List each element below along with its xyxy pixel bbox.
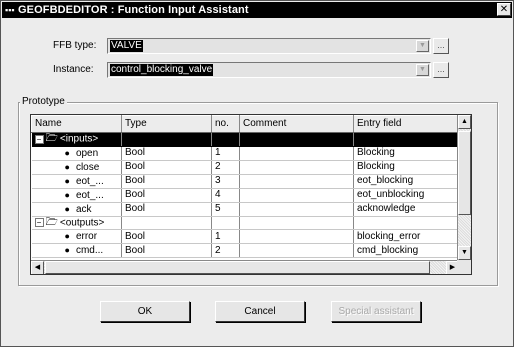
tree-node-inputs[interactable]: − 🗁 <inputs>: [31, 132, 122, 147]
column-header-entry-field[interactable]: Entry field: [353, 115, 458, 133]
row-name-cell: ● ack: [31, 202, 122, 217]
row-name-cell: ● open: [31, 146, 122, 161]
row-name-cell: ● eot_...: [31, 188, 122, 203]
row-no-cell: 4: [211, 188, 240, 203]
special-assistant-button[interactable]: Special assistant: [331, 301, 421, 322]
row-type-cell: Bool: [121, 160, 212, 175]
row-type-cell: Bool: [121, 174, 212, 189]
prototype-grid[interactable]: Name Type no. Comment Entry field − 🗁 <inp…: [30, 114, 472, 275]
row-no-cell: 2: [211, 243, 240, 259]
scrollbar-corner: [457, 260, 471, 274]
row-name-cell: ● error: [31, 229, 122, 245]
app-icon: ▪▪▪: [5, 5, 15, 15]
row-comment-cell[interactable]: [239, 146, 354, 161]
ffb-type-value: VALVE: [110, 40, 143, 52]
pin-icon: ●: [64, 189, 70, 200]
column-header-no[interactable]: no.: [211, 115, 240, 133]
cancel-button[interactable]: Cancel: [215, 301, 305, 322]
outputs-group-row[interactable]: − 🗁 <outputs>: [31, 216, 458, 231]
row-comment-cell[interactable]: [239, 229, 354, 245]
close-button[interactable]: ✕: [497, 3, 511, 16]
instance-value: control_blocking_valve: [110, 64, 214, 76]
prototype-group-label: Prototype: [20, 96, 67, 108]
row-no-cell: 3: [211, 174, 240, 189]
outputs-label: <outputs>: [59, 217, 105, 229]
row-no-cell: 2: [211, 160, 240, 175]
collapse-icon[interactable]: −: [34, 218, 44, 228]
horizontal-scrollbar[interactable]: ◀ ▶: [31, 260, 459, 274]
instance-label: Instance:: [53, 64, 94, 75]
table-row[interactable]: ● cmd... Bool 2 cmd_blocking: [31, 243, 458, 259]
row-type-cell: Bool: [121, 202, 212, 217]
pin-icon: ●: [64, 231, 70, 242]
instance-combo[interactable]: control_blocking_valve ▼: [107, 62, 431, 78]
row-entry-cell[interactable]: cmd_blocking: [353, 243, 458, 259]
title-bar[interactable]: ▪▪▪ GEOFBDEDITOR : Function Input Assist…: [2, 2, 512, 18]
row-entry-cell[interactable]: Blocking: [353, 160, 458, 175]
table-header-row: Name Type no. Comment Entry field: [31, 115, 458, 133]
row-no-cell: 5: [211, 202, 240, 217]
row-comment-cell[interactable]: [239, 174, 354, 189]
inputs-group-row[interactable]: − 🗁 <inputs>: [31, 132, 458, 147]
row-no-cell: 1: [211, 229, 240, 245]
folder-open-icon: 🗁: [45, 216, 58, 228]
row-type-cell: Bool: [121, 229, 212, 245]
scroll-left-arrow-icon[interactable]: ◀: [31, 261, 44, 274]
row-no-cell: 1: [211, 146, 240, 161]
row-type-cell: Bool: [121, 188, 212, 203]
row-type-cell: Bool: [121, 243, 212, 259]
folder-open-icon: 🗁: [45, 133, 58, 144]
ffb-type-label: FFB type:: [53, 40, 97, 51]
table-row[interactable]: ● open Bool 1 Blocking: [31, 146, 458, 161]
pin-icon: ●: [64, 175, 70, 186]
row-comment-cell[interactable]: [239, 202, 354, 217]
chevron-down-icon[interactable]: ▼: [416, 64, 429, 76]
row-entry-cell[interactable]: Blocking: [353, 146, 458, 161]
row-name-cell: ● cmd...: [31, 243, 122, 259]
ffb-type-browse-button[interactable]: ...: [433, 38, 449, 54]
row-entry-cell[interactable]: eot_unblocking: [353, 188, 458, 203]
ok-button[interactable]: OK: [100, 301, 190, 322]
row-entry-cell[interactable]: eot_blocking: [353, 174, 458, 189]
pin-icon: ●: [64, 203, 70, 214]
column-header-type[interactable]: Type: [121, 115, 212, 133]
row-comment-cell[interactable]: [239, 188, 354, 203]
vertical-scrollbar[interactable]: ▲ ▼: [457, 115, 471, 260]
row-comment-cell[interactable]: [239, 243, 354, 259]
table-row[interactable]: ● ack Bool 5 acknowledge: [31, 202, 458, 217]
collapse-icon[interactable]: −: [34, 134, 44, 144]
vertical-scroll-thumb[interactable]: [458, 131, 471, 215]
row-comment-cell[interactable]: [239, 160, 354, 175]
row-entry-cell[interactable]: blocking_error: [353, 229, 458, 245]
table-row[interactable]: ● eot_... Bool 3 eot_blocking: [31, 174, 458, 189]
row-name-cell: ● eot_...: [31, 174, 122, 189]
instance-browse-button[interactable]: ...: [433, 62, 449, 78]
table-row[interactable]: ● error Bool 1 blocking_error: [31, 229, 458, 245]
scroll-up-arrow-icon[interactable]: ▲: [458, 115, 471, 129]
prototype-table: Name Type no. Comment Entry field − 🗁 <inp…: [31, 115, 458, 259]
row-name-cell: ● close: [31, 160, 122, 175]
row-type-cell: Bool: [121, 146, 212, 161]
row-entry-cell[interactable]: acknowledge: [353, 202, 458, 217]
pin-icon: ●: [64, 245, 70, 256]
chevron-down-icon[interactable]: ▼: [416, 40, 429, 52]
ffb-type-combo[interactable]: VALVE ▼: [107, 38, 431, 54]
tree-node-outputs[interactable]: − 🗁 <outputs>: [31, 216, 122, 231]
window-title: GEOFBDEDITOR : Function Input Assistant: [18, 4, 249, 16]
pin-icon: ●: [64, 147, 70, 158]
pin-icon: ●: [64, 161, 70, 172]
table-row[interactable]: ● close Bool 2 Blocking: [31, 160, 458, 175]
inputs-label: <inputs>: [59, 133, 99, 145]
scroll-down-arrow-icon[interactable]: ▼: [458, 246, 471, 260]
column-header-name[interactable]: Name: [31, 115, 122, 133]
horizontal-scroll-thumb[interactable]: [45, 261, 430, 274]
column-header-comment[interactable]: Comment: [239, 115, 354, 133]
function-input-assistant-window: ▪▪▪ GEOFBDEDITOR : Function Input Assist…: [0, 0, 514, 347]
table-row[interactable]: ● eot_... Bool 4 eot_unblocking: [31, 188, 458, 203]
